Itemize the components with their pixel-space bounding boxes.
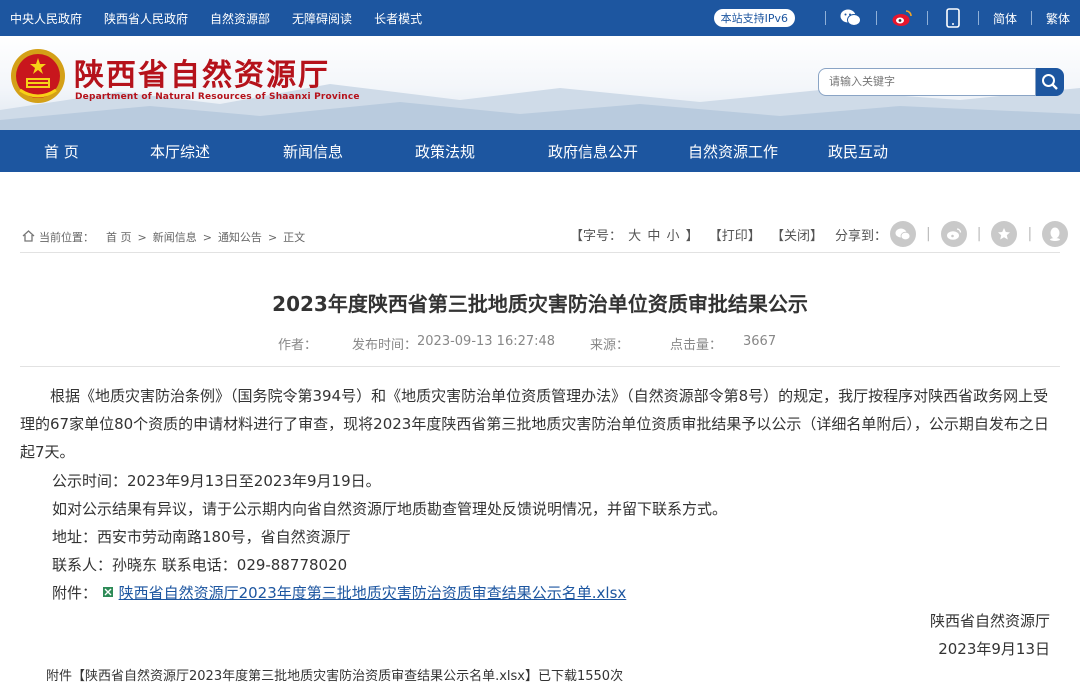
link-accessibility[interactable]: 无障碍阅读 bbox=[292, 10, 352, 27]
nav-item-policy[interactable]: 政策法规 bbox=[415, 141, 475, 162]
breadcrumb-label: 当前位置： bbox=[39, 231, 94, 244]
breadcrumb-current: 正文 bbox=[283, 231, 306, 244]
divider bbox=[20, 366, 1060, 367]
divider bbox=[1030, 11, 1032, 25]
wechat-icon[interactable] bbox=[890, 221, 916, 247]
nav-item-news[interactable]: 新闻信息 bbox=[283, 141, 343, 162]
article-title: 2023年度陕西省第三批地质灾害防治单位资质审批结果公示 bbox=[272, 292, 808, 316]
divider bbox=[20, 252, 1060, 253]
link-shaanxi-gov[interactable]: 陕西省人民政府 bbox=[104, 10, 188, 27]
search-input[interactable] bbox=[818, 68, 1036, 96]
divider: | bbox=[1027, 226, 1033, 242]
top-bar: 中央人民政府 陕西省人民政府 自然资源部 无障碍阅读 长者模式 本站支持IPv6… bbox=[0, 0, 1080, 36]
article-tools: 【字号： 大 中 小 】 【打印】 【关闭】 bbox=[570, 225, 825, 244]
link-central-gov[interactable]: 中央人民政府 bbox=[10, 10, 82, 27]
site-header: 陕西省自然资源厅 Department of Natural Resources… bbox=[0, 36, 1080, 130]
close-button[interactable]: 【关闭】 bbox=[771, 229, 823, 244]
share-icons: | | | bbox=[890, 221, 1069, 247]
ipv6-badge: 本站支持IPv6 bbox=[713, 9, 795, 27]
hits-count: 3667 bbox=[743, 334, 777, 349]
share-label: 分享到： bbox=[835, 229, 888, 244]
font-size-close: 】 bbox=[685, 229, 699, 244]
home-icon bbox=[22, 229, 35, 245]
font-size-small[interactable]: 小 bbox=[666, 229, 679, 244]
contact-address: 地址：西安市劳动南路180号，省自然资源厅 bbox=[52, 528, 351, 546]
breadcrumb-notices[interactable]: 通知公告 bbox=[218, 229, 262, 245]
nav-item-gov-info[interactable]: 政府信息公开 bbox=[548, 141, 638, 162]
download-count-note: 附件【陕西省自然资源厅2023年度第三批地质灾害防治资质审查结果公示名单.xls… bbox=[46, 669, 624, 684]
breadcrumb-separator: > bbox=[202, 230, 212, 244]
lang-simplified[interactable]: 简体 bbox=[993, 10, 1017, 27]
publicity-period: 公示时间：2023年9月13日至2023年9月19日。 bbox=[52, 472, 381, 490]
attachment-file-icon bbox=[102, 584, 114, 602]
nav-item-home[interactable]: 首 页 bbox=[44, 141, 79, 162]
link-elder-mode[interactable]: 长者模式 bbox=[374, 10, 422, 27]
qq-icon[interactable] bbox=[1042, 221, 1069, 247]
nav-item-interaction[interactable]: 政民互动 bbox=[828, 141, 888, 162]
publish-time: 2023-09-13 16:27:48 bbox=[417, 334, 556, 349]
article-paragraph: 根据《地质灾害防治条例》（国务院令第394号）和《地质灾害防治单位资质管理办法》… bbox=[20, 387, 1049, 461]
breadcrumb-home[interactable]: 首 页 bbox=[106, 229, 132, 245]
objection-note: 如对公示结果有异议，请于公示期内向省自然资源厅地质勘查管理处反馈说明情况，并留下… bbox=[52, 500, 728, 518]
font-size-large[interactable]: 大 bbox=[628, 229, 641, 244]
breadcrumb-news[interactable]: 新闻信息 bbox=[153, 229, 197, 245]
divider bbox=[824, 11, 826, 25]
contact-person: 联系人：孙晓东 联系电话：029-88778020 bbox=[52, 556, 348, 574]
divider bbox=[977, 11, 979, 25]
weibo-icon[interactable] bbox=[940, 221, 967, 247]
weibo-icon[interactable] bbox=[891, 7, 913, 29]
search-icon bbox=[1042, 74, 1058, 90]
site-subtitle: Department of Natural Resources of Shaan… bbox=[75, 92, 360, 102]
search-button[interactable] bbox=[1036, 68, 1064, 96]
wechat-icon[interactable] bbox=[840, 7, 862, 29]
lang-traditional[interactable]: 繁体 bbox=[1046, 10, 1070, 27]
print-button[interactable]: 【打印】 bbox=[709, 229, 761, 244]
divider: | bbox=[976, 226, 982, 242]
link-mnr[interactable]: 自然资源部 bbox=[210, 10, 270, 27]
nav-item-resources-work[interactable]: 自然资源工作 bbox=[688, 141, 778, 162]
nav-item-overview[interactable]: 本厅综述 bbox=[150, 141, 210, 162]
publish-label: 发布时间： bbox=[352, 338, 418, 353]
attachment-label: 附件： bbox=[52, 584, 98, 602]
signature-org: 陕西省自然资源厅 bbox=[929, 612, 1050, 630]
source-label: 来源： bbox=[590, 338, 630, 353]
hits-label: 点击量： bbox=[670, 338, 723, 353]
font-size-label: 【字号： bbox=[570, 229, 623, 244]
divider bbox=[926, 11, 928, 25]
breadcrumb-separator: > bbox=[137, 230, 147, 244]
national-emblem-icon bbox=[11, 49, 65, 103]
attachment-link[interactable]: 陕西省自然资源厅2023年度第三批地质灾害防治资质审查结果公示名单.xlsx bbox=[119, 584, 627, 602]
divider bbox=[875, 11, 877, 25]
signature-date: 2023年9月13日 bbox=[938, 640, 1050, 658]
article-body: 根据《地质灾害防治条例》（国务院令第394号）和《地质灾害防治单位资质管理办法》… bbox=[20, 382, 1060, 466]
breadcrumb: 当前位置： 首 页 > 新闻信息 > 通知公告 > 正文 bbox=[22, 229, 311, 245]
attachment-row: 附件： 陕西省自然资源厅2023年度第三批地质灾害防治资质审查结果公示名单.xl… bbox=[52, 582, 626, 603]
star-icon[interactable] bbox=[991, 221, 1018, 247]
divider: | bbox=[926, 226, 931, 242]
site-title: 陕西省自然资源厅 bbox=[74, 58, 330, 93]
breadcrumb-separator: > bbox=[267, 230, 278, 244]
mobile-icon[interactable] bbox=[942, 7, 964, 29]
author-label: 作者： bbox=[278, 338, 318, 353]
font-size-medium[interactable]: 中 bbox=[647, 229, 660, 244]
